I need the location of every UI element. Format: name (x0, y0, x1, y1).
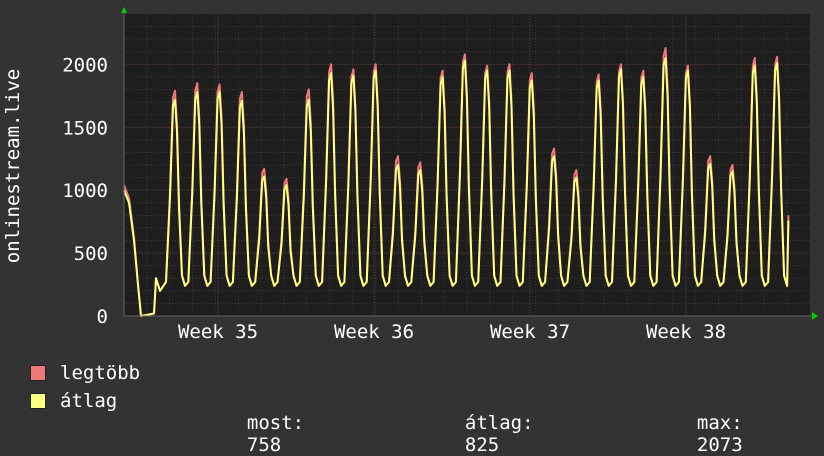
x-axis: Week 35 Week 36 Week 37 Week 38 (178, 321, 726, 343)
stat-average-label: átlag: (464, 412, 534, 434)
y-tick-label: 1000 (62, 180, 108, 202)
stat-max-label: max: (696, 412, 743, 434)
legend-item-avg: átlag (30, 390, 117, 412)
stat-max: max: 2073 (674, 390, 743, 456)
y-axis-title: onlinestream.live (2, 69, 24, 263)
legend-item-max: legtöbb (30, 362, 140, 384)
y-tick-label: 2000 (62, 54, 108, 76)
x-tick-label: Week 37 (490, 321, 570, 343)
stat-current: most: 758 (224, 390, 304, 456)
x-tick-label: Week 35 (178, 321, 258, 343)
legend-label-max: legtöbb (60, 362, 141, 384)
stat-average-value: 825 (464, 434, 500, 456)
legend-swatch-avg (30, 393, 46, 409)
x-tick-label: Week 38 (646, 321, 726, 343)
legend-label-avg: átlag (60, 390, 118, 412)
stat-current-label: most: (246, 412, 305, 434)
legend-swatch-max (30, 365, 46, 381)
stat-average: átlag: 825 (442, 390, 534, 456)
y-tick-label: 1500 (62, 117, 108, 139)
x-tick-label: Week 36 (334, 321, 414, 343)
y-tick-label: 500 (74, 243, 108, 265)
x-axis-arrow-icon (812, 312, 818, 320)
y-axis: 0 500 1000 1500 2000 (62, 54, 108, 328)
stat-current-value: 758 (246, 434, 282, 456)
stat-max-value: 2073 (696, 434, 743, 456)
y-tick-label: 0 (97, 306, 108, 328)
